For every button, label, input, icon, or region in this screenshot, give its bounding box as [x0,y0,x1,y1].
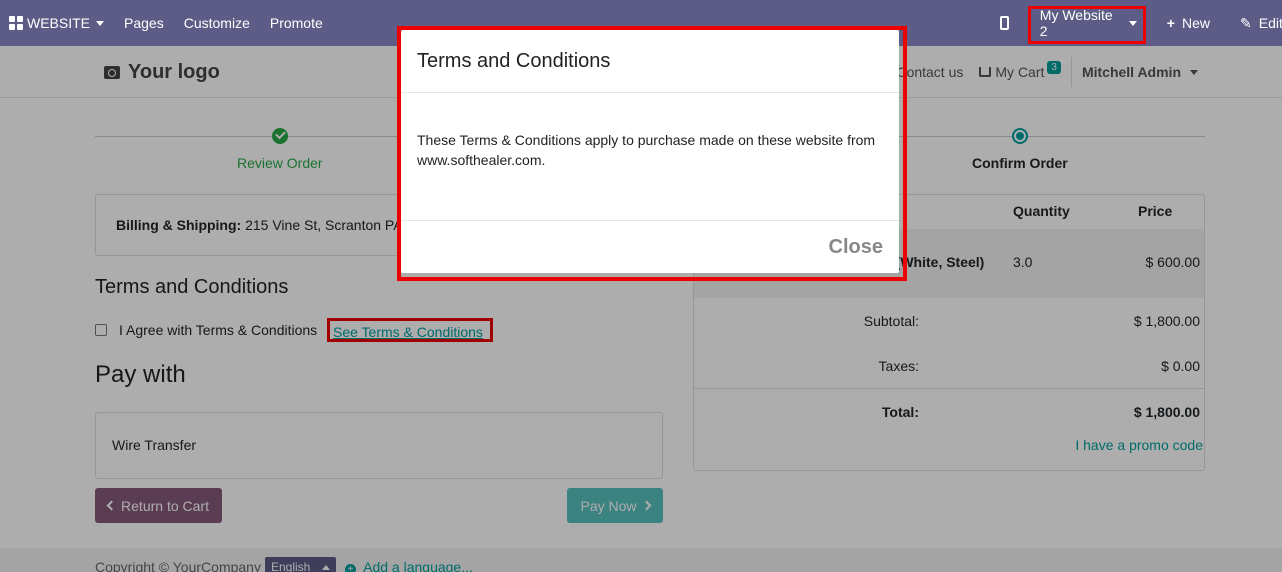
website-app-label: WEBSITE [27,15,91,31]
modal-header-divider [401,92,899,93]
pages-menu[interactable]: Pages [114,0,174,46]
chevron-down-icon [96,20,105,26]
mobile-preview-button[interactable] [999,0,1031,46]
apps-grid-icon [9,16,23,30]
edit-button[interactable]: ✎ Edit [1226,0,1282,46]
customize-menu[interactable]: Customize [174,0,260,46]
website-switcher-highlight [1028,6,1146,44]
new-content-button[interactable]: + New [1149,0,1226,46]
pencil-icon: ✎ [1240,14,1252,31]
modal-body-text: These Terms & Conditions apply to purcha… [417,132,876,168]
new-content-label: New [1181,15,1210,31]
modal-footer-divider [401,220,899,221]
modal-close-button[interactable]: Close [829,236,883,259]
mobile-icon [999,16,1009,30]
promote-menu[interactable]: Promote [260,0,333,46]
plus-icon: + [1166,15,1175,31]
terms-modal: Terms and Conditions These Terms & Condi… [401,30,899,273]
modal-title: Terms and Conditions [417,50,611,72]
edit-label: Edit [1258,15,1282,31]
website-app-menu[interactable]: WEBSITE [0,0,114,46]
